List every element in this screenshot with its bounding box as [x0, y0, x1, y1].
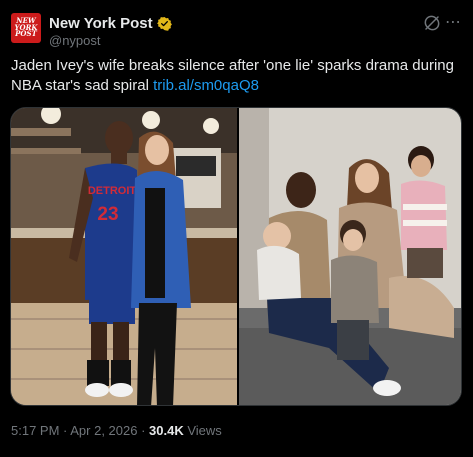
- meta-separator: ·: [59, 423, 71, 438]
- display-name[interactable]: New York Post: [49, 15, 153, 32]
- more-options-icon[interactable]: ⋯: [445, 12, 462, 32]
- post-date[interactable]: Apr 2, 2026: [70, 423, 137, 438]
- meta-separator-2: ·: [137, 423, 150, 438]
- views-label: Views: [183, 423, 222, 438]
- grok-icon[interactable]: [423, 14, 441, 32]
- jersey-team-text: DETROIT: [88, 185, 137, 197]
- views-count: 30.4K: [149, 423, 184, 438]
- avatar[interactable]: NEW YORK POST: [11, 13, 41, 43]
- tweet-link[interactable]: trib.al/sm0qaQ8: [153, 77, 259, 94]
- media-grid[interactable]: DETROIT 23: [10, 107, 462, 406]
- jersey-number-text: 23: [97, 204, 118, 225]
- post-time[interactable]: 5:17 PM: [11, 423, 59, 438]
- tweet-text: Jaden Ivey's wife breaks silence after '…: [11, 56, 461, 96]
- verified-badge-icon[interactable]: [156, 16, 172, 31]
- author-name-row: New York Post: [49, 15, 172, 32]
- tweet: NEW YORK POST New York Post @nypost ⋯ Ja…: [0, 0, 473, 457]
- post-meta: 5:17 PM · Apr 2, 2026 · 30.4K Views: [11, 423, 222, 438]
- avatar-text-line-3: POST: [15, 28, 37, 39]
- photo-right[interactable]: [239, 108, 461, 406]
- handle[interactable]: @nypost: [49, 33, 101, 48]
- photo-left[interactable]: DETROIT 23: [11, 108, 237, 406]
